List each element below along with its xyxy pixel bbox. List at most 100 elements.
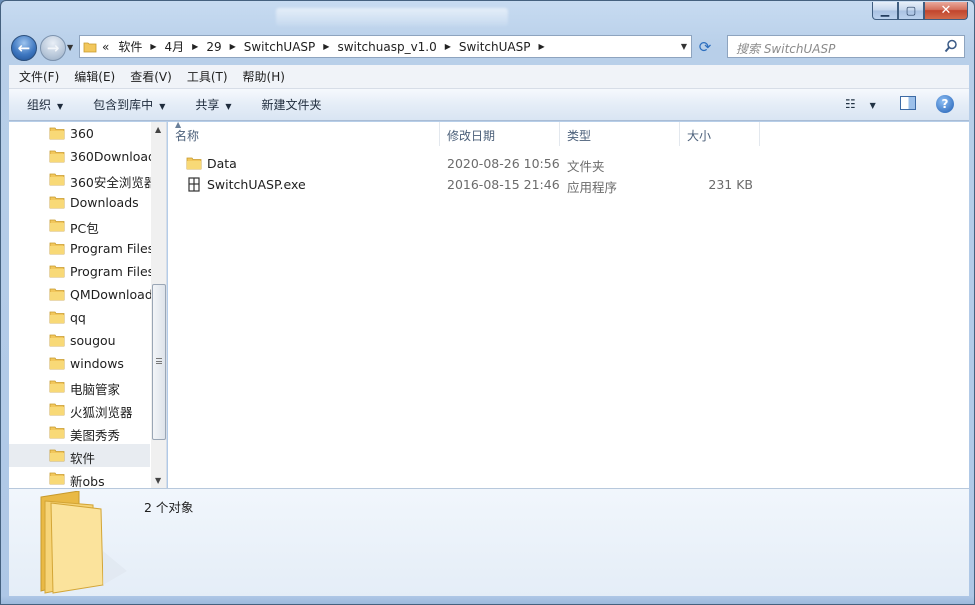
column-name-label: 名称 <box>175 129 200 143</box>
breadcrumb-item[interactable]: SwitchUASP <box>241 40 319 54</box>
folder-icon <box>49 149 65 166</box>
menu-tools[interactable]: 工具(T) <box>177 68 233 85</box>
breadcrumb-overflow[interactable]: « <box>100 40 115 54</box>
sort-ascending-icon: ▲ <box>175 120 182 129</box>
back-button[interactable]: ← <box>11 35 37 61</box>
tree-item-label: Program Files <box>70 241 155 256</box>
folder-icon <box>49 218 65 235</box>
tree-item[interactable]: 电脑管家 <box>9 375 150 398</box>
column-header-name[interactable]: 名称 ▲ <box>168 120 440 146</box>
folder-thumbnail-icon <box>31 490 131 598</box>
caption-buttons: ▁ ▢ ✕ <box>872 2 968 20</box>
scroll-down-icon[interactable]: ▼ <box>155 476 161 485</box>
tree-item[interactable]: QMDownload <box>9 283 153 306</box>
file-modified: 2016-08-15 21:46 <box>447 177 560 192</box>
application-icon <box>186 177 202 195</box>
help-icon[interactable]: ? <box>936 95 954 113</box>
menu-view[interactable]: 查看(V) <box>120 68 177 85</box>
address-history-dropdown-icon[interactable]: ▼ <box>681 42 687 51</box>
column-size-label: 大小 <box>687 129 712 143</box>
breadcrumb-item[interactable]: 4月 <box>162 38 188 55</box>
tree-item[interactable]: 火狐浏览器 <box>9 398 150 421</box>
chevron-down-icon: ▼ <box>869 101 876 110</box>
menu-bar: 文件(F) 编辑(E) 查看(V) 工具(T) 帮助(H) <box>9 65 969 89</box>
breadcrumb-separator-icon[interactable]: ▶ <box>318 42 334 51</box>
tree-item[interactable]: 软件 <box>9 444 150 467</box>
search-box[interactable]: 搜索 SwitchUASP <box>727 35 965 58</box>
refresh-icon[interactable]: ⟳ <box>696 38 714 56</box>
tree-item[interactable]: sougou <box>9 329 150 352</box>
tree-item[interactable]: 新obs <box>9 467 150 488</box>
grip-icon <box>156 358 162 364</box>
breadcrumb-separator-icon[interactable]: ▶ <box>440 42 456 51</box>
close-button[interactable]: ✕ <box>924 2 968 20</box>
tree-item[interactable]: Program Files <box>9 237 154 260</box>
column-header-type[interactable]: 类型 <box>560 122 680 146</box>
tree-item[interactable]: Program Files <box>9 260 154 283</box>
command-bar: 组织 ▼ 包含到库中 ▼ 共享 ▼ 新建文件夹 ☷ ▼ ? <box>9 89 969 121</box>
forward-button[interactable]: → <box>40 35 66 61</box>
breadcrumb-separator-icon[interactable]: ▶ <box>225 42 241 51</box>
scrollbar-thumb[interactable] <box>152 284 166 440</box>
navigation-row: ← → ▼ « 软件 ▶ 4月 ▶ 29 ▶ SwitchUASP ▶ swit… <box>1 31 974 63</box>
folder-icon <box>49 172 65 189</box>
tree-item-label: PC包 <box>70 221 99 236</box>
tree-item-label: 360 <box>70 126 94 141</box>
file-type: 应用程序 <box>567 180 618 195</box>
file-row-switchuasp[interactable]: SwitchUASP.exe 2016-08-15 21:46 应用程序 231… <box>168 174 969 195</box>
folder-icon <box>186 156 202 173</box>
scroll-up-icon[interactable]: ▲ <box>155 125 161 134</box>
file-row-data[interactable]: Data 2020-08-26 10:56 文件夹 <box>168 153 969 174</box>
tree-item[interactable]: 360Download <box>9 145 156 168</box>
tree-item[interactable]: Downloads <box>9 191 150 214</box>
tree-item[interactable]: 360 <box>9 122 150 145</box>
column-header-size[interactable]: 大小 <box>680 122 760 146</box>
tree-item-label: 软件 <box>70 451 96 466</box>
preview-pane-icon[interactable] <box>900 96 916 110</box>
recent-pages-dropdown-icon[interactable]: ▼ <box>67 43 73 52</box>
folder-icon <box>49 195 65 212</box>
include-in-library-button[interactable]: 包含到库中 ▼ <box>75 96 177 113</box>
tree-item-label: qq <box>70 310 86 325</box>
menu-file[interactable]: 文件(F) <box>9 68 64 85</box>
tree-item[interactable]: qq <box>9 306 150 329</box>
chevron-down-icon: ▼ <box>57 102 64 111</box>
new-folder-button[interactable]: 新建文件夹 <box>244 96 334 113</box>
menu-edit[interactable]: 编辑(E) <box>64 68 120 85</box>
minimize-button[interactable]: ▁ <box>872 2 898 20</box>
breadcrumb-item[interactable]: 软件 <box>115 38 145 55</box>
vertical-scrollbar[interactable]: ▲ ▼ <box>151 122 166 488</box>
organize-button[interactable]: 组织 ▼ <box>9 96 75 113</box>
maximize-button[interactable]: ▢ <box>898 2 924 20</box>
breadcrumb-item[interactable]: switchuasp_v1.0 <box>334 40 439 54</box>
breadcrumb-separator-icon[interactable]: ▶ <box>187 42 203 51</box>
tree-item[interactable]: windows <box>9 352 150 375</box>
tree-item[interactable]: 美图秀秀 <box>9 421 150 444</box>
menu-help[interactable]: 帮助(H) <box>233 68 290 85</box>
file-list: 名称 ▲ 修改日期 类型 大小 Data 2020-08-26 10:56 文件… <box>168 120 969 488</box>
share-button[interactable]: 共享 ▼ <box>177 96 243 113</box>
file-type: 文件夹 <box>567 159 605 174</box>
tree-item-label: 新obs <box>70 474 105 488</box>
column-header-modified[interactable]: 修改日期 <box>440 122 560 146</box>
title-bar[interactable]: ▁ ▢ ✕ <box>1 1 974 31</box>
folder-icon <box>49 333 65 350</box>
folder-icon <box>49 425 65 442</box>
column-type-label: 类型 <box>567 129 592 143</box>
organize-label: 组织 <box>27 98 52 112</box>
folder-icon <box>49 448 65 465</box>
tree-item[interactable]: 360安全浏览器 <box>9 168 156 191</box>
search-icon[interactable] <box>944 39 958 56</box>
breadcrumb-item[interactable]: 29 <box>203 40 224 54</box>
breadcrumb-separator-icon[interactable]: ▶ <box>145 42 161 51</box>
column-modified-label: 修改日期 <box>447 129 496 143</box>
breadcrumb-item[interactable]: SwitchUASP <box>456 40 534 54</box>
file-size: 231 KB <box>708 177 753 192</box>
folder-icon <box>49 379 65 396</box>
tree-item-label: 美图秀秀 <box>70 428 121 443</box>
chevron-down-icon: ▼ <box>225 102 232 111</box>
tree-item[interactable]: PC包 <box>9 214 150 237</box>
breadcrumb-separator-icon[interactable]: ▶ <box>533 42 549 51</box>
address-bar[interactable]: « 软件 ▶ 4月 ▶ 29 ▶ SwitchUASP ▶ switchuasp… <box>79 35 692 58</box>
change-view-button[interactable]: ☷ ▼ <box>845 97 876 111</box>
